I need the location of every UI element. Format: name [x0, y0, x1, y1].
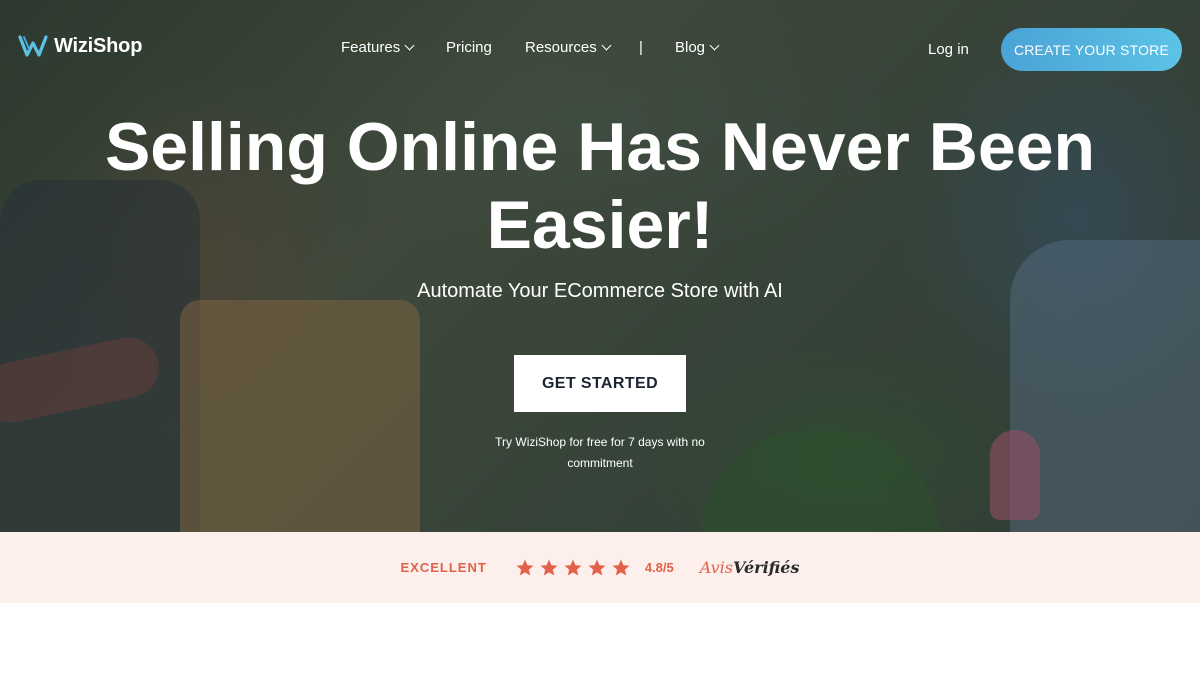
top-navigation: WiziShop Features Pricing Resources | Bl…	[0, 0, 1200, 98]
login-link[interactable]: Log in	[928, 41, 969, 58]
star-icon	[516, 559, 534, 575]
nav-item-label: Resources	[525, 39, 597, 56]
avis-logo-part: Avis	[699, 558, 734, 577]
star-rating	[515, 558, 631, 578]
nav-item-label: Pricing	[446, 39, 492, 56]
trial-note: Try WiziShop for free for 7 days with no…	[495, 435, 705, 470]
rating-content: EXCELLENT 4.8/5 AvisVérifiés	[0, 532, 1200, 603]
star-icon	[612, 559, 630, 575]
brand-name: WiziShop	[54, 34, 143, 57]
star-icon	[588, 559, 606, 575]
rating-bar: EXCELLENT 4.8/5 AvisVérifiés	[0, 532, 1200, 603]
get-started-button[interactable]: GET STARTED	[514, 355, 686, 412]
chevron-down-icon	[709, 40, 720, 51]
rating-score: 4.8/5	[644, 560, 674, 575]
nav-separator: |	[639, 39, 643, 56]
hero-subheading: Automate Your ECommerce Store with AI	[417, 280, 783, 302]
nav-item-blog[interactable]: Blog	[675, 39, 720, 56]
create-store-button[interactable]: CREATE YOUR STORE	[1001, 28, 1182, 71]
brand-logo-link[interactable]: WiziShop	[18, 33, 142, 59]
chevron-down-icon	[404, 40, 415, 51]
w-logo-icon	[18, 35, 48, 57]
nav-item-label: Features	[341, 39, 401, 56]
chevron-down-icon	[601, 40, 612, 51]
rating-label: EXCELLENT	[400, 560, 487, 575]
avis-verifies-logo[interactable]: AvisVérifiés	[700, 558, 800, 577]
nav-item-resources[interactable]: Resources	[525, 39, 612, 56]
nav-item-pricing[interactable]: Pricing	[446, 39, 492, 56]
verifies-logo-part: Vérifiés	[733, 558, 800, 577]
star-icon	[564, 559, 582, 575]
hero-section: WiziShop Features Pricing Resources | Bl…	[0, 0, 1200, 532]
star-icon	[540, 559, 558, 575]
nav-item-label: Blog	[675, 39, 706, 56]
nav-item-features[interactable]: Features	[341, 39, 415, 56]
hero-headline: Selling Online Has Never Been Easier!	[104, 109, 1096, 263]
